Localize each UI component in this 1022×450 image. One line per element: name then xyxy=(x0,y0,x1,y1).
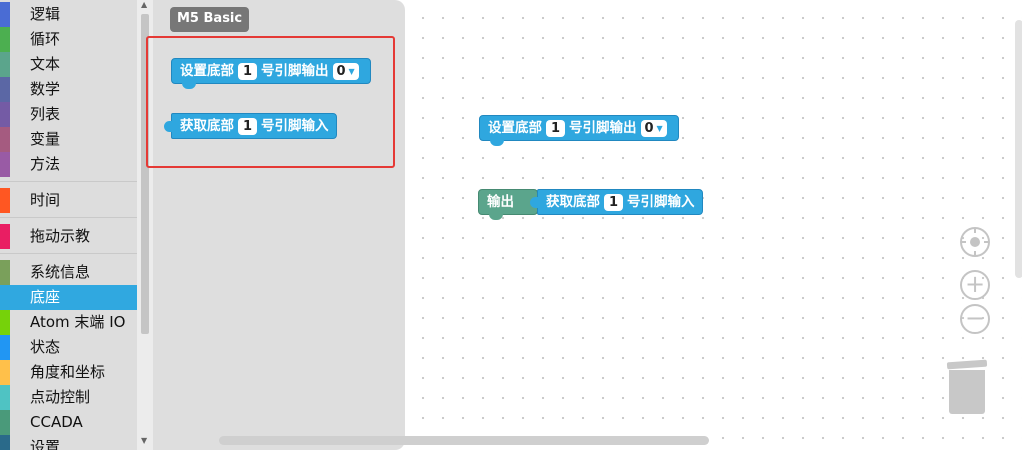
category-lists[interactable]: 列表 xyxy=(0,102,137,127)
category-angles-coords[interactable]: 角度和坐标 xyxy=(0,360,137,385)
pin-number-field[interactable]: 1 xyxy=(238,117,257,135)
category-separator xyxy=(0,217,137,218)
workspace-vertical-scrollbar[interactable] xyxy=(1015,20,1022,278)
category-drag-teach[interactable]: 拖动示教 xyxy=(0,224,137,249)
category-label: 拖动示教 xyxy=(30,227,91,245)
category-swatch xyxy=(0,260,10,285)
category-logic[interactable]: 逻辑 xyxy=(0,2,137,27)
category-label: 底座 xyxy=(30,288,61,306)
block-text: 号引脚输出 xyxy=(569,120,637,136)
block-text: 号引脚输出 xyxy=(261,63,329,79)
category-label: 系统信息 xyxy=(30,263,91,281)
workspace-get-pin-input-block[interactable]: 获取底部 1 号引脚输入 xyxy=(530,189,703,215)
category-swatch xyxy=(0,360,10,385)
category-swatch xyxy=(0,152,10,177)
category-base[interactable]: 底座 xyxy=(0,285,137,310)
block-text: 设置底部 xyxy=(488,120,542,136)
output-value-dropdown[interactable]: 0 ▼ xyxy=(332,62,359,80)
block-text: 输出 xyxy=(487,194,514,210)
category-label: 点动控制 xyxy=(30,388,91,406)
category-swatch xyxy=(0,102,10,127)
pin-number-field[interactable]: 1 xyxy=(546,119,565,137)
category-separator xyxy=(0,181,137,182)
output-value-dropdown[interactable]: 0 ▼ xyxy=(640,119,667,137)
zoom-out-icon[interactable]: − xyxy=(960,304,990,334)
crosshair-icon-svg xyxy=(962,229,988,255)
category-variables[interactable]: 变量 xyxy=(0,127,137,152)
dropdown-arrow-icon: ▼ xyxy=(656,123,663,133)
category-swatch xyxy=(0,27,10,52)
category-swatch xyxy=(0,435,10,450)
category-functions[interactable]: 方法 xyxy=(0,152,137,177)
category-label: 角度和坐标 xyxy=(30,363,106,381)
block-workspace[interactable] xyxy=(405,0,1022,450)
sidebar-scrollbar-thumb[interactable] xyxy=(141,14,149,334)
category-loops[interactable]: 循环 xyxy=(0,27,137,52)
category-label: 逻辑 xyxy=(30,5,61,23)
category-atom-io[interactable]: Atom 末端 IO xyxy=(0,310,137,335)
block-text: 获取底部 xyxy=(546,194,600,210)
category-swatch xyxy=(0,188,10,213)
category-label: 循环 xyxy=(30,30,61,48)
category-label: 状态 xyxy=(30,338,61,356)
category-label: 数学 xyxy=(30,80,61,98)
dropdown-value: 0 xyxy=(644,120,654,136)
category-swatch xyxy=(0,410,10,435)
trash-icon[interactable] xyxy=(949,370,985,414)
pin-number-field[interactable]: 1 xyxy=(604,193,623,211)
category-label: 列表 xyxy=(30,105,61,123)
pin-number-field[interactable]: 1 xyxy=(238,62,257,80)
flyout-label: M5 Basic xyxy=(170,7,250,32)
category-separator xyxy=(0,253,137,254)
dropdown-value: 0 xyxy=(336,63,346,79)
block-text: 号引脚输入 xyxy=(261,118,329,134)
category-settings[interactable]: 设置 xyxy=(0,435,137,450)
crosshair-icon[interactable] xyxy=(960,227,990,257)
category-label: Atom 末端 IO xyxy=(30,313,126,331)
category-swatch xyxy=(0,127,10,152)
block-text: 设置底部 xyxy=(180,63,234,79)
category-ccada[interactable]: CCADA xyxy=(0,410,137,435)
category-label: 方法 xyxy=(30,155,61,173)
flyout-get-pin-input-block[interactable]: 获取底部 1 号引脚输入 xyxy=(164,113,337,139)
category-label: 时间 xyxy=(30,191,61,209)
workspace-horizontal-scrollbar[interactable] xyxy=(219,436,709,445)
category-label: 文本 xyxy=(30,55,61,73)
block-text: 获取底部 xyxy=(180,118,234,134)
category-swatch xyxy=(0,385,10,410)
category-swatch xyxy=(0,335,10,360)
category-sidebar: 逻辑 循环 文本 数学 列表 变量 方法 时间 拖动示教 系统信息 底座 Ato… xyxy=(0,0,137,450)
category-text[interactable]: 文本 xyxy=(0,52,137,77)
dropdown-arrow-icon: ▼ xyxy=(348,66,355,76)
scroll-down-icon[interactable]: ▼ xyxy=(141,436,147,445)
workspace-output-block[interactable]: 输出 xyxy=(478,189,538,220)
category-swatch xyxy=(0,224,10,249)
category-system-info[interactable]: 系统信息 xyxy=(0,260,137,285)
category-label: CCADA xyxy=(30,413,83,431)
category-swatch xyxy=(0,285,10,310)
category-swatch xyxy=(0,52,10,77)
category-time[interactable]: 时间 xyxy=(0,188,137,213)
workspace-set-pin-output-block[interactable]: 设置底部 1 号引脚输出 0 ▼ xyxy=(479,115,679,146)
category-jog-control[interactable]: 点动控制 xyxy=(0,385,137,410)
category-status[interactable]: 状态 xyxy=(0,335,137,360)
category-label: 设置 xyxy=(30,438,61,450)
category-swatch xyxy=(0,77,10,102)
category-swatch xyxy=(0,310,10,335)
zoom-in-icon[interactable]: + xyxy=(960,270,990,300)
category-label: 变量 xyxy=(30,130,61,148)
scroll-up-icon[interactable]: ▲ xyxy=(141,0,147,9)
flyout-set-pin-output-block[interactable]: 设置底部 1 号引脚输出 0 ▼ xyxy=(171,58,371,89)
category-math[interactable]: 数学 xyxy=(0,77,137,102)
category-swatch xyxy=(0,2,10,27)
block-text: 号引脚输入 xyxy=(627,194,695,210)
